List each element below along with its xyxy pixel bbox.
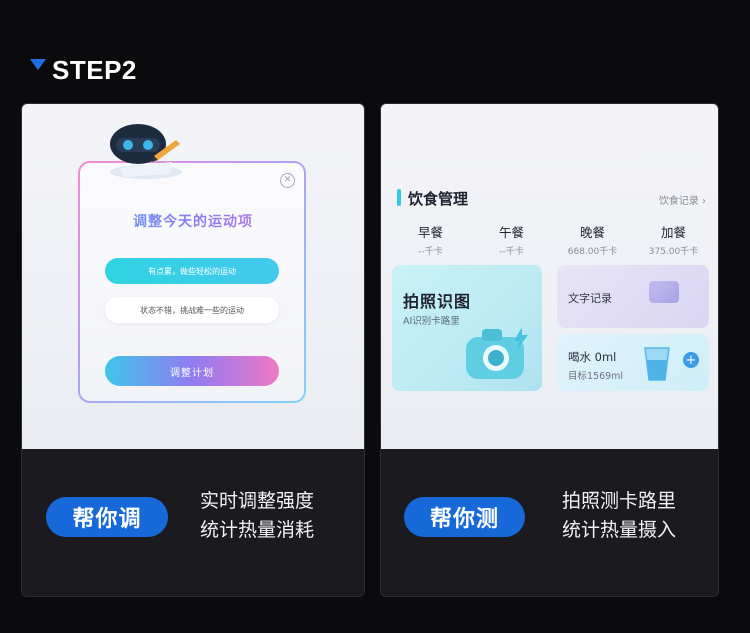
step-title: STEP2 — [52, 54, 137, 85]
meal-lunch[interactable]: 午餐 --千卡 — [471, 222, 552, 257]
card-preview: ✕ 调整今天的运动项 有点累，做些轻松的运动 状态不错，挑战难一些的运动 调整计… — [22, 104, 364, 449]
description-line: 统计热量消耗 — [200, 519, 315, 541]
dialog-title: 调整今天的运动项 — [22, 211, 364, 231]
mascot-icon — [110, 124, 182, 179]
meal-dinner[interactable]: 晚餐 668.00千卡 — [552, 222, 633, 257]
card-caption: 帮你调 实时调整强度 统计热量消耗 — [22, 449, 364, 596]
description-line: 实时调整强度 — [200, 490, 315, 512]
meals-row: 早餐 --千卡 午餐 --千卡 晚餐 668.00千卡 加餐 375.00千卡 — [390, 222, 716, 257]
card-preview: 饮食管理 饮食记录 › 早餐 --千卡 午餐 --千卡 晚餐 668.00千卡 … — [381, 104, 718, 449]
meal-kcal: 375.00千卡 — [648, 247, 699, 257]
option-relaxed-button[interactable]: 有点累，做些轻松的运动 — [105, 258, 279, 284]
text-record-label: 文字记录 — [568, 292, 612, 305]
feature-badge: 帮你调 — [46, 497, 168, 537]
meal-kcal: 668.00千卡 — [567, 247, 618, 257]
water-target: 目标1569ml — [568, 371, 624, 382]
camera-icon — [466, 327, 528, 379]
meal-snack[interactable]: 加餐 375.00千卡 — [633, 222, 714, 257]
meal-kcal: --千卡 — [418, 247, 443, 257]
water-card[interactable]: 喝水 0ml 目标1569ml + — [557, 334, 709, 391]
step-header: STEP2 — [30, 52, 137, 88]
title-accent-bar — [397, 189, 401, 206]
meal-kcal: --千卡 — [499, 247, 524, 257]
feature-card-measure: 饮食管理 饮食记录 › 早餐 --千卡 午餐 --千卡 晚餐 668.00千卡 … — [380, 103, 719, 597]
option-challenge-button[interactable]: 状态不错，挑战难一些的运动 — [105, 297, 279, 323]
meal-name: 午餐 — [498, 225, 524, 240]
feature-badge: 帮你测 — [404, 497, 525, 537]
keyboard-icon — [649, 281, 679, 303]
feature-card-adjust: ✕ 调整今天的运动项 有点累，做些轻松的运动 状态不错，挑战难一些的运动 调整计… — [21, 103, 365, 597]
add-water-button[interactable]: + — [683, 352, 699, 368]
adjust-plan-button[interactable]: 调整计划 — [105, 356, 279, 386]
description-line: 统计热量摄入 — [562, 519, 677, 541]
photo-recognition-card[interactable]: 拍照识图 AI识别卡路里 — [392, 265, 542, 391]
description-line: 拍照测卡路里 — [562, 490, 677, 512]
meal-breakfast[interactable]: 早餐 --千卡 — [390, 222, 471, 257]
water-title: 喝水 0ml — [568, 350, 617, 364]
photo-title: 拍照识图 — [403, 292, 472, 311]
photo-subtitle: AI识别卡路里 — [403, 316, 460, 327]
text-record-card[interactable]: 文字记录 — [557, 265, 709, 328]
card-caption: 帮你测 拍照测卡路里 统计热量摄入 — [381, 449, 718, 596]
triangle-icon — [30, 58, 46, 70]
diet-record-link[interactable]: 饮食记录 › — [659, 192, 706, 207]
water-cup-icon — [644, 347, 670, 381]
meal-name: 早餐 — [417, 225, 443, 240]
feature-description: 实时调整强度 统计热量消耗 — [200, 487, 314, 545]
meal-name: 晚餐 — [579, 225, 605, 240]
feature-description: 拍照测卡路里 统计热量摄入 — [562, 487, 676, 545]
close-icon[interactable]: ✕ — [280, 173, 295, 188]
meal-name: 加餐 — [660, 225, 686, 240]
diet-title: 饮食管理 — [408, 190, 469, 208]
